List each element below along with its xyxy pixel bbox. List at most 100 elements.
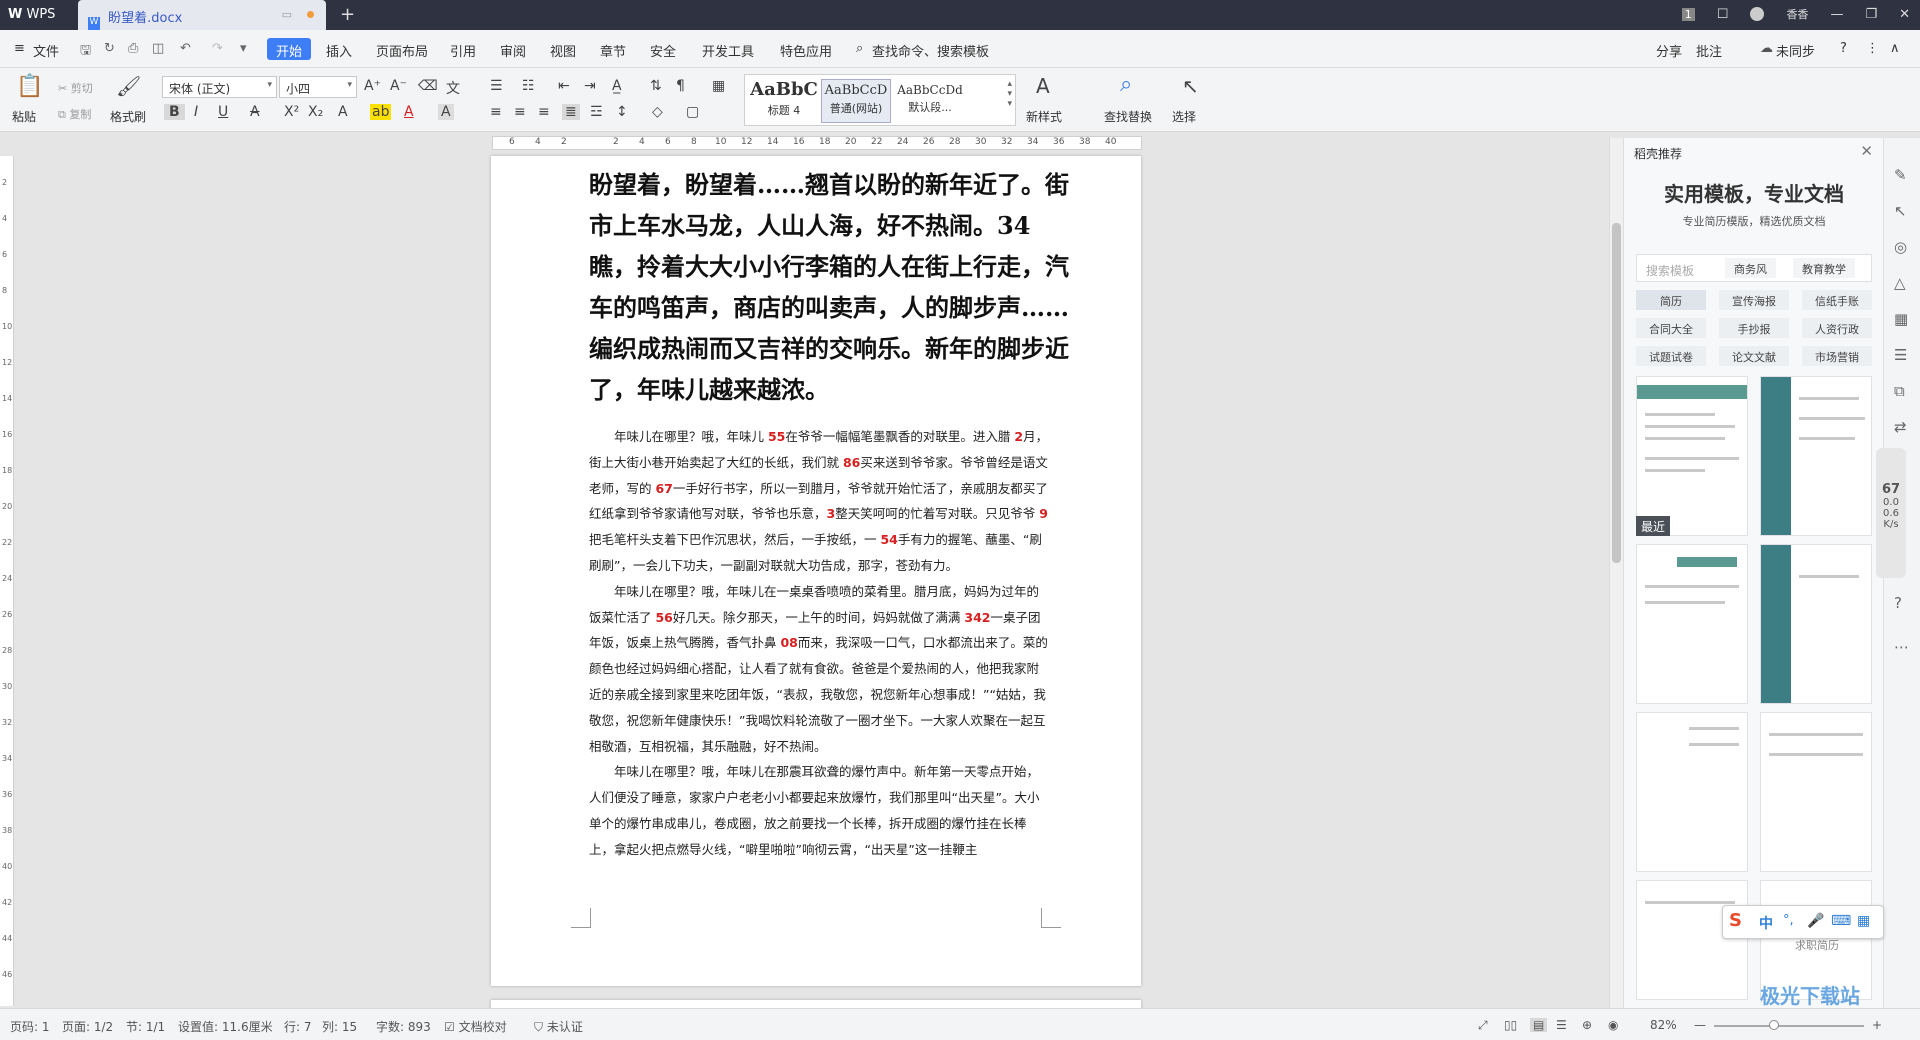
status-words[interactable]: 字数: 893 [376,1018,431,1035]
maximize-icon[interactable]: ❐ [1865,7,1877,22]
adjust-icon[interactable]: ☰ [1894,346,1907,364]
redo-icon[interactable]: ↷ [212,41,223,56]
network-speed-widget[interactable]: 67 0.0 0.6 K/s [1876,448,1906,578]
search-tag[interactable]: 教育教学 [1793,258,1855,278]
style-heading4[interactable]: AaBbC 标题 4 [749,79,819,123]
category-exam[interactable]: 试题试卷 [1636,346,1706,366]
cut-button[interactable]: ✂ 剪切 [58,80,93,96]
underline-icon[interactable]: U [218,104,228,120]
scrollbar-thumb[interactable] [1612,223,1621,563]
microphone-icon[interactable]: 🎤 [1807,913,1824,929]
undo-icon[interactable]: ↶ [180,41,191,56]
panel-title[interactable]: 稻壳推荐 [1634,145,1682,162]
paste-icon[interactable]: 📋 [16,74,43,99]
user-name[interactable]: 香香 [1786,6,1808,22]
strikethrough-icon[interactable]: A [250,104,260,120]
menu-special-apps[interactable]: 特色应用 [780,41,832,60]
document-page[interactable]: 盼望着，盼望着……翘首以盼的新年近了。街市上车水马龙，人山人海，好不热闹。34瞧… [491,156,1141,986]
web-view-icon[interactable]: ⊕ [1582,1018,1592,1032]
help-icon[interactable]: ? [1894,594,1902,612]
paste-button[interactable]: 粘贴 [12,108,36,125]
document-tab[interactable]: W 盼望着.docx ▭ [78,0,326,31]
menu-start-tab[interactable]: 开始 [267,38,311,60]
translate-icon[interactable]: ⇄ [1894,418,1907,436]
category-resume[interactable]: 简历 [1636,290,1706,310]
font-grow-icon[interactable]: A⁺ [364,78,381,94]
justify-icon[interactable]: ≣ [562,104,580,120]
close-icon[interactable]: ✕ [1899,7,1910,22]
recent-tag[interactable]: 最近 [1636,516,1670,536]
status-setting[interactable]: 设置值: 11.6厘米 [178,1018,273,1035]
zoom-slider-knob[interactable] [1769,1020,1779,1030]
category-thesis[interactable]: 论文文献 [1719,346,1789,366]
app-tab[interactable]: W WPS [0,0,78,30]
new-style-button[interactable]: 新样式 [1026,108,1062,125]
status-col[interactable]: 列: 15 [322,1018,357,1035]
zoom-out-icon[interactable]: — [1694,1018,1706,1032]
format-brush-icon[interactable]: 🖌 [116,74,141,98]
picture-icon[interactable]: ⧉ [1894,382,1905,400]
highlight-icon[interactable]: ab [370,104,392,120]
vertical-ruler[interactable]: 2 4 6 8 10 12 14 16 18 20 22 24 26 28 30… [0,156,14,1006]
select-button[interactable]: 选择 [1172,108,1196,125]
font-name-select[interactable]: 宋体 (正文) ▾ [162,76,277,98]
superscript-icon[interactable]: X² [284,104,299,120]
bold-icon[interactable]: B [164,104,185,120]
clear-format-icon[interactable]: ⌫ [418,78,438,94]
template-thumbnail[interactable] [1636,376,1748,536]
category-stationery[interactable]: 信纸手账 [1802,290,1872,310]
find-replace-icon[interactable]: ⌕ [1120,72,1132,97]
indent-icon[interactable]: ⇥ [584,78,596,94]
zoom-level[interactable]: 82% [1650,1018,1677,1032]
new-tab-button[interactable]: + [340,4,355,25]
ime-punct[interactable]: °, [1783,913,1794,928]
format-brush-button[interactable]: 格式刷 [110,108,146,125]
ime-mode[interactable]: 中 [1759,913,1773,933]
paragraph[interactable]: 年味儿在哪里？哦，年味儿 55在爷爷一幅幅笔墨飘香的对联里。进入腊 2月，街上大… [589,424,1049,579]
minimize-icon[interactable]: — [1830,7,1843,22]
table-grid-icon[interactable]: ▦ [712,78,725,94]
find-replace-button[interactable]: 查找替换 [1104,108,1152,125]
paint-icon[interactable]: △ [1894,274,1906,292]
style-scroll-icon[interactable]: ▴ ▾ ▾ [1007,79,1012,109]
text-effect-icon[interactable]: A [338,104,348,120]
command-search[interactable]: 查找命令、搜索模板 [872,41,989,60]
outline-view-icon[interactable]: ☰ [1556,1018,1567,1032]
align-left-icon[interactable]: ≡ [490,104,502,120]
sync-status[interactable]: 未同步 [1776,41,1815,60]
page-view-icon[interactable]: ▤ [1530,1018,1548,1032]
phonetic-icon[interactable]: 文 [446,78,460,98]
ime-logo-icon[interactable]: S [1729,910,1742,931]
status-section[interactable]: 节: 1/1 [126,1018,165,1035]
preview-icon[interactable]: ◫ [152,41,164,56]
paragraph[interactable]: 年味儿在哪里？哦，年味儿在那震耳欲聋的爆竹声中。新年第一天零点开始，人们便没了睡… [589,759,1049,862]
category-poster[interactable]: 宣传海报 [1719,290,1789,310]
subscript-icon[interactable]: X₂ [308,104,323,120]
zoom-in-icon[interactable]: + [1872,1018,1882,1032]
search-icon[interactable]: ⌕ [856,41,863,56]
keyboard-icon[interactable]: ⌨ [1831,913,1851,929]
menu-view[interactable]: 视图 [550,41,576,60]
more-icon[interactable]: ⋮ [1866,41,1879,56]
copy-button[interactable]: ⧉ 复制 [58,106,91,122]
document-scrollbar[interactable] [1609,138,1623,1008]
menu-insert[interactable]: 插入 [326,41,352,60]
menu-dev-tools[interactable]: 开发工具 [702,41,754,60]
menu-security[interactable]: 安全 [650,41,676,60]
template-thumbnail[interactable] [1636,880,1748,1000]
line-spacing-icon[interactable]: ↕ [616,104,628,120]
menu-layout[interactable]: 页面布局 [376,41,428,60]
input-method-toolbar[interactable]: S 中 °, 🎤 ⌨ ▦ [1722,905,1884,939]
char-shading-icon[interactable]: A [438,104,454,120]
font-shrink-icon[interactable]: A⁻ [390,78,407,94]
status-page[interactable]: 页面: 1/2 [62,1018,113,1035]
quick-access-chevron-icon[interactable]: ▾ [240,41,247,56]
shading-icon[interactable]: ◇ [652,104,663,120]
search-tag[interactable]: 商务风 [1725,258,1776,278]
category-hr[interactable]: 人资行政 [1802,318,1872,338]
output-icon[interactable]: ↻ [104,41,115,56]
menu-reference[interactable]: 引用 [450,41,476,60]
font-size-select[interactable]: 小四 ▾ [279,76,357,98]
align-center-icon[interactable]: ≡ [514,104,526,120]
read-mode-icon[interactable]: ▯▯ [1504,1018,1517,1032]
